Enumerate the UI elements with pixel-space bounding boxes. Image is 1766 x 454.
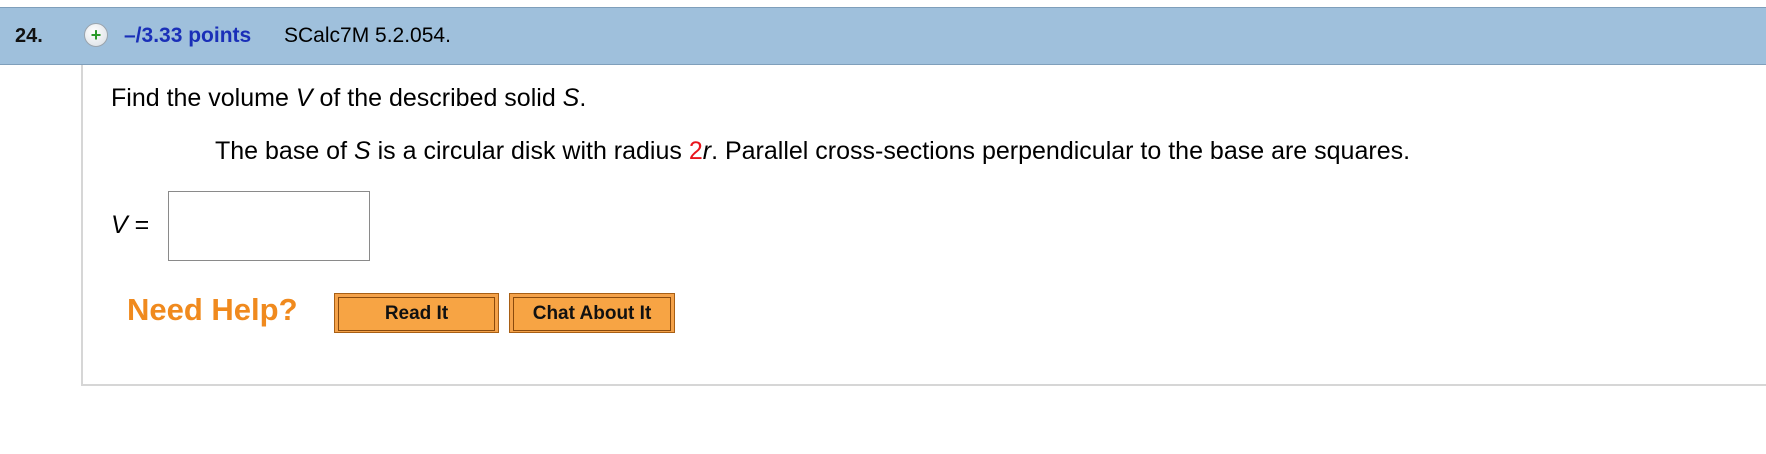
variable-r: r — [702, 137, 712, 165]
variable-s: S — [353, 137, 371, 165]
read-it-button[interactable]: Read It — [334, 293, 499, 333]
radius-value: 2 — [688, 137, 703, 165]
prompt-text-3: . — [579, 84, 587, 112]
points-link[interactable]: –/3.33 points — [124, 24, 251, 48]
given-text-3: . Parallel cross-sections perpendicular … — [711, 137, 1411, 165]
given-text-2: is a circular disk with radius — [370, 137, 689, 165]
variable-v: V — [295, 84, 313, 112]
need-help-title: Need Help? — [127, 292, 298, 327]
prompt-text-1: Find the volume — [111, 84, 296, 112]
variable-s: S — [562, 84, 580, 112]
chat-about-it-button[interactable]: Chat About It — [509, 293, 675, 333]
volume-answer-input[interactable] — [168, 191, 370, 261]
plus-icon[interactable]: + — [84, 23, 108, 47]
question-source: SCalc7M 5.2.054. — [284, 24, 451, 47]
variable-v: V — [111, 211, 128, 239]
answer-label: V = — [111, 211, 149, 240]
question-number: 24. — [15, 25, 43, 47]
given-description: The base of S is a circular disk with ra… — [215, 137, 1410, 166]
equals-sign: = — [127, 211, 150, 239]
read-it-label: Read It — [338, 297, 495, 331]
prompt-text-2: of the described solid — [312, 84, 563, 112]
question-header: 24. + –/3.33 points SCalc7M 5.2.054. — [0, 7, 1766, 65]
chat-about-it-label: Chat About It — [513, 297, 671, 331]
given-text-1: The base of — [215, 137, 354, 165]
question-prompt: Find the volume V of the described solid… — [111, 84, 586, 113]
